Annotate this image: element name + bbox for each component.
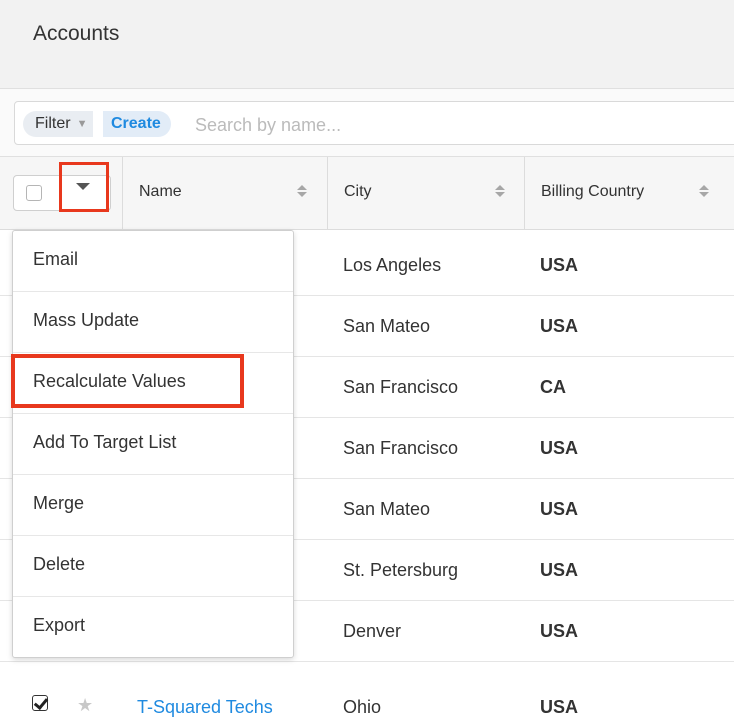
row-checkbox[interactable] <box>32 695 48 711</box>
menu-item-mass-update[interactable]: Mass Update <box>13 292 293 353</box>
search-input[interactable] <box>193 112 717 138</box>
menu-item-delete[interactable]: Delete <box>13 536 293 597</box>
chevron-down-icon <box>76 183 90 190</box>
column-header-city[interactable]: City <box>327 157 524 230</box>
country-cell: CA <box>540 377 566 397</box>
country-cell: USA <box>540 438 579 458</box>
create-label: Create <box>111 115 161 132</box>
column-header-name[interactable]: Name <box>122 157 327 230</box>
search-box: Filter ▼ Create <box>14 101 734 145</box>
chevron-down-icon: ▼ <box>76 118 88 130</box>
page-title: Accounts <box>33 22 120 45</box>
menu-item-label: Delete <box>33 554 86 574</box>
star-icon[interactable]: ★ <box>77 695 93 716</box>
mass-actions-menu: Email Mass Update Recalculate Values Add… <box>12 230 294 658</box>
sort-icon[interactable] <box>495 183 505 199</box>
city-cell: St. Petersburg <box>343 560 459 580</box>
sort-icon[interactable] <box>699 183 709 199</box>
column-label: Billing Country <box>541 183 645 200</box>
select-all-checkbox[interactable] <box>26 185 42 201</box>
country-cell: USA <box>540 499 579 519</box>
sort-icon[interactable] <box>297 183 307 199</box>
create-filter-button[interactable]: Create <box>103 111 171 137</box>
city-cell: San Francisco <box>343 377 459 397</box>
menu-item-merge[interactable]: Merge <box>13 475 293 536</box>
column-header-billing-country[interactable]: Billing Country <box>524 157 734 230</box>
menu-item-label: Export <box>33 615 86 635</box>
menu-item-export[interactable]: Export <box>13 597 293 657</box>
menu-item-email[interactable]: Email <box>13 231 293 292</box>
country-cell: USA <box>540 697 579 717</box>
column-label: City <box>344 183 372 200</box>
city-cell: Ohio <box>343 697 382 717</box>
highlight-box <box>11 354 244 408</box>
filter-label: Filter <box>35 115 71 132</box>
mass-actions-dropdown-button[interactable] <box>59 162 109 212</box>
city-cell: San Francisco <box>343 438 459 458</box>
menu-item-label: Mass Update <box>33 310 140 330</box>
city-cell: San Mateo <box>343 316 431 336</box>
menu-item-label: Email <box>33 249 79 269</box>
filter-bar: Filter ▼ Create <box>0 88 734 157</box>
city-cell: Denver <box>343 621 402 641</box>
menu-item-label: Merge <box>33 493 85 513</box>
city-cell: San Mateo <box>343 499 431 519</box>
country-cell: USA <box>540 560 579 580</box>
filter-dropdown[interactable]: Filter ▼ <box>23 111 94 137</box>
country-cell: USA <box>540 255 579 275</box>
country-cell: USA <box>540 621 579 641</box>
column-label: Name <box>139 183 182 200</box>
country-cell: USA <box>540 316 579 336</box>
city-cell: Los Angeles <box>343 255 442 275</box>
page-header: Accounts <box>0 0 734 88</box>
table-row[interactable]: ★ T-Squared Techs Ohio USA <box>0 683 734 727</box>
menu-item-add-to-target-list[interactable]: Add To Target List <box>13 414 293 475</box>
account-name-link[interactable]: T-Squared Techs <box>137 697 273 718</box>
menu-item-label: Add To Target List <box>33 432 177 452</box>
